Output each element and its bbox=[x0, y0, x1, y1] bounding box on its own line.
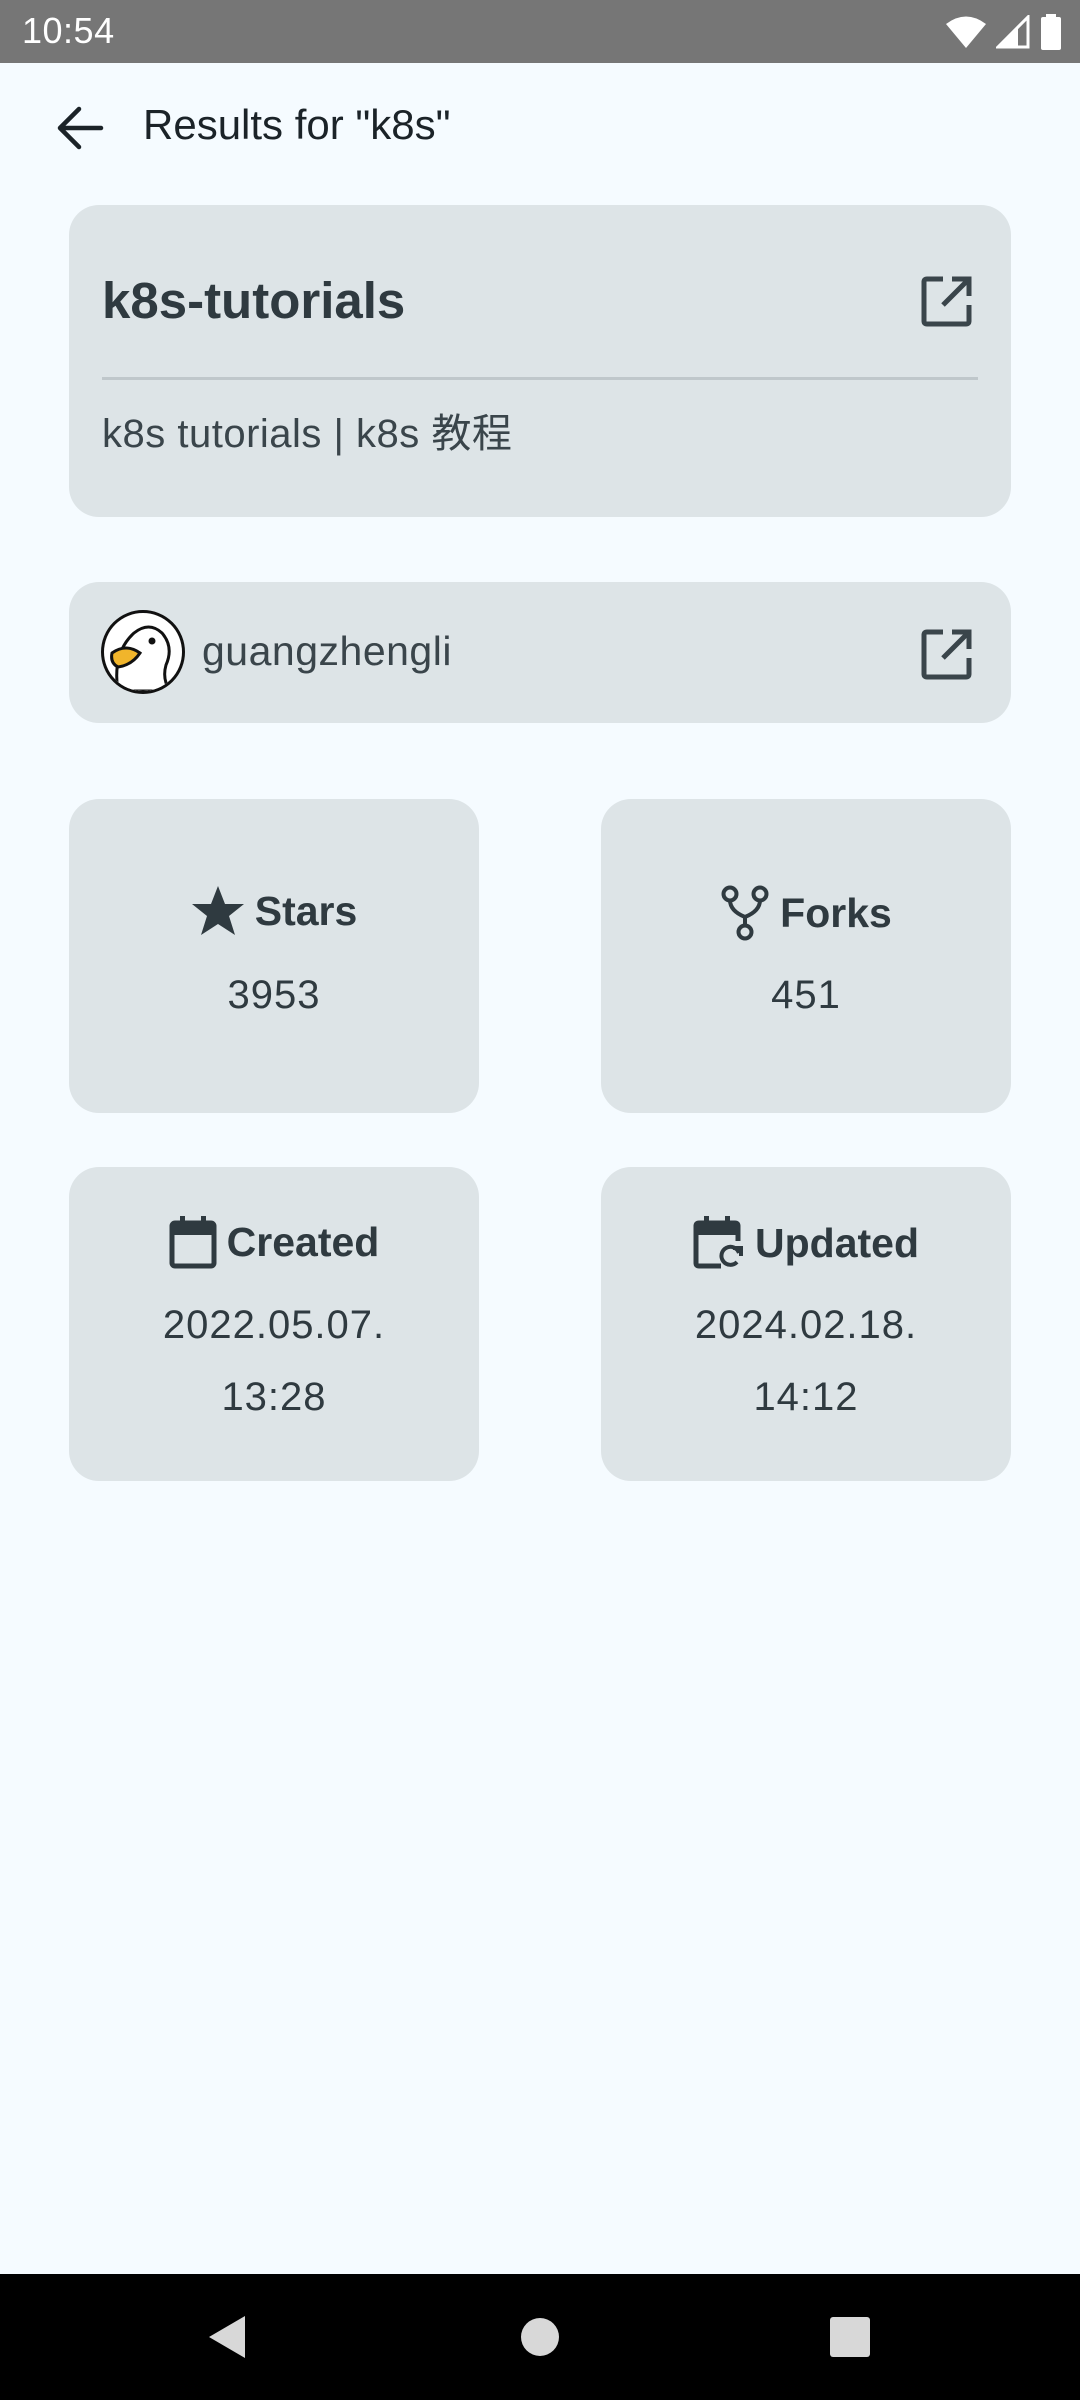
forks-value: 451 bbox=[771, 973, 841, 1017]
wifi-icon bbox=[946, 16, 986, 48]
fork-icon bbox=[721, 885, 769, 941]
signal-icon bbox=[996, 15, 1030, 49]
updated-card: Updated 2024.02.18. 14:12 bbox=[601, 1167, 1011, 1481]
forks-header: Forks bbox=[601, 885, 1011, 941]
updated-label: Updated bbox=[755, 1219, 919, 1266]
created-time: 13:28 bbox=[221, 1375, 327, 1419]
calendar-refresh-icon bbox=[693, 1216, 743, 1269]
nav-recents-icon bbox=[830, 2317, 870, 2357]
updated-header: Updated bbox=[601, 1215, 1011, 1271]
updated-time: 14:12 bbox=[753, 1375, 859, 1419]
star-icon bbox=[191, 886, 244, 935]
top-app-bar: Results for "k8s" bbox=[0, 63, 1080, 193]
open-in-new-icon bbox=[921, 629, 972, 680]
system-nav-bar bbox=[0, 2274, 1080, 2400]
open-owner-button[interactable] bbox=[917, 624, 977, 684]
created-date: 2022.05.07. bbox=[162, 1303, 386, 1347]
back-button[interactable] bbox=[40, 93, 120, 163]
open-in-new-icon bbox=[921, 276, 972, 327]
nav-back-button[interactable] bbox=[193, 2304, 259, 2370]
updated-date: 2024.02.18. bbox=[694, 1303, 918, 1347]
battery-icon bbox=[1041, 14, 1061, 50]
calendar-icon bbox=[169, 1216, 217, 1269]
open-repo-button[interactable] bbox=[917, 271, 977, 331]
avatar bbox=[101, 610, 185, 694]
created-header: Created bbox=[69, 1215, 479, 1269]
created-card: Created 2022.05.07. 13:28 bbox=[69, 1167, 479, 1481]
stars-card: Stars 3953 bbox=[69, 799, 479, 1113]
forks-card: Forks 451 bbox=[601, 799, 1011, 1113]
arrow-back-icon bbox=[57, 106, 104, 150]
status-icons bbox=[946, 12, 1062, 52]
page-title: Results for "k8s" bbox=[143, 101, 451, 148]
forks-label: Forks bbox=[780, 889, 892, 936]
status-time: 10:54 bbox=[22, 10, 115, 51]
nav-back-icon bbox=[209, 2316, 245, 2358]
stars-label: Stars bbox=[254, 887, 358, 934]
duck-avatar-icon bbox=[110, 625, 172, 691]
repo-card: k8s-tutorials k8s tutorials | k8s 教程 bbox=[69, 205, 1011, 517]
created-label: Created bbox=[226, 1218, 380, 1265]
nav-home-button[interactable] bbox=[507, 2304, 573, 2370]
status-bar: 10:54 bbox=[0, 0, 1080, 63]
repo-description: k8s tutorials | k8s 教程 bbox=[102, 412, 513, 456]
stars-value: 3953 bbox=[227, 973, 321, 1017]
repo-divider bbox=[102, 377, 978, 380]
nav-recents-button[interactable] bbox=[817, 2304, 883, 2370]
owner-name: guangzhengli bbox=[202, 628, 452, 674]
owner-card[interactable]: guangzhengli bbox=[69, 582, 1011, 723]
stars-header: Stars bbox=[69, 885, 479, 937]
nav-home-icon bbox=[521, 2318, 559, 2356]
repo-name: k8s-tutorials bbox=[102, 272, 406, 329]
